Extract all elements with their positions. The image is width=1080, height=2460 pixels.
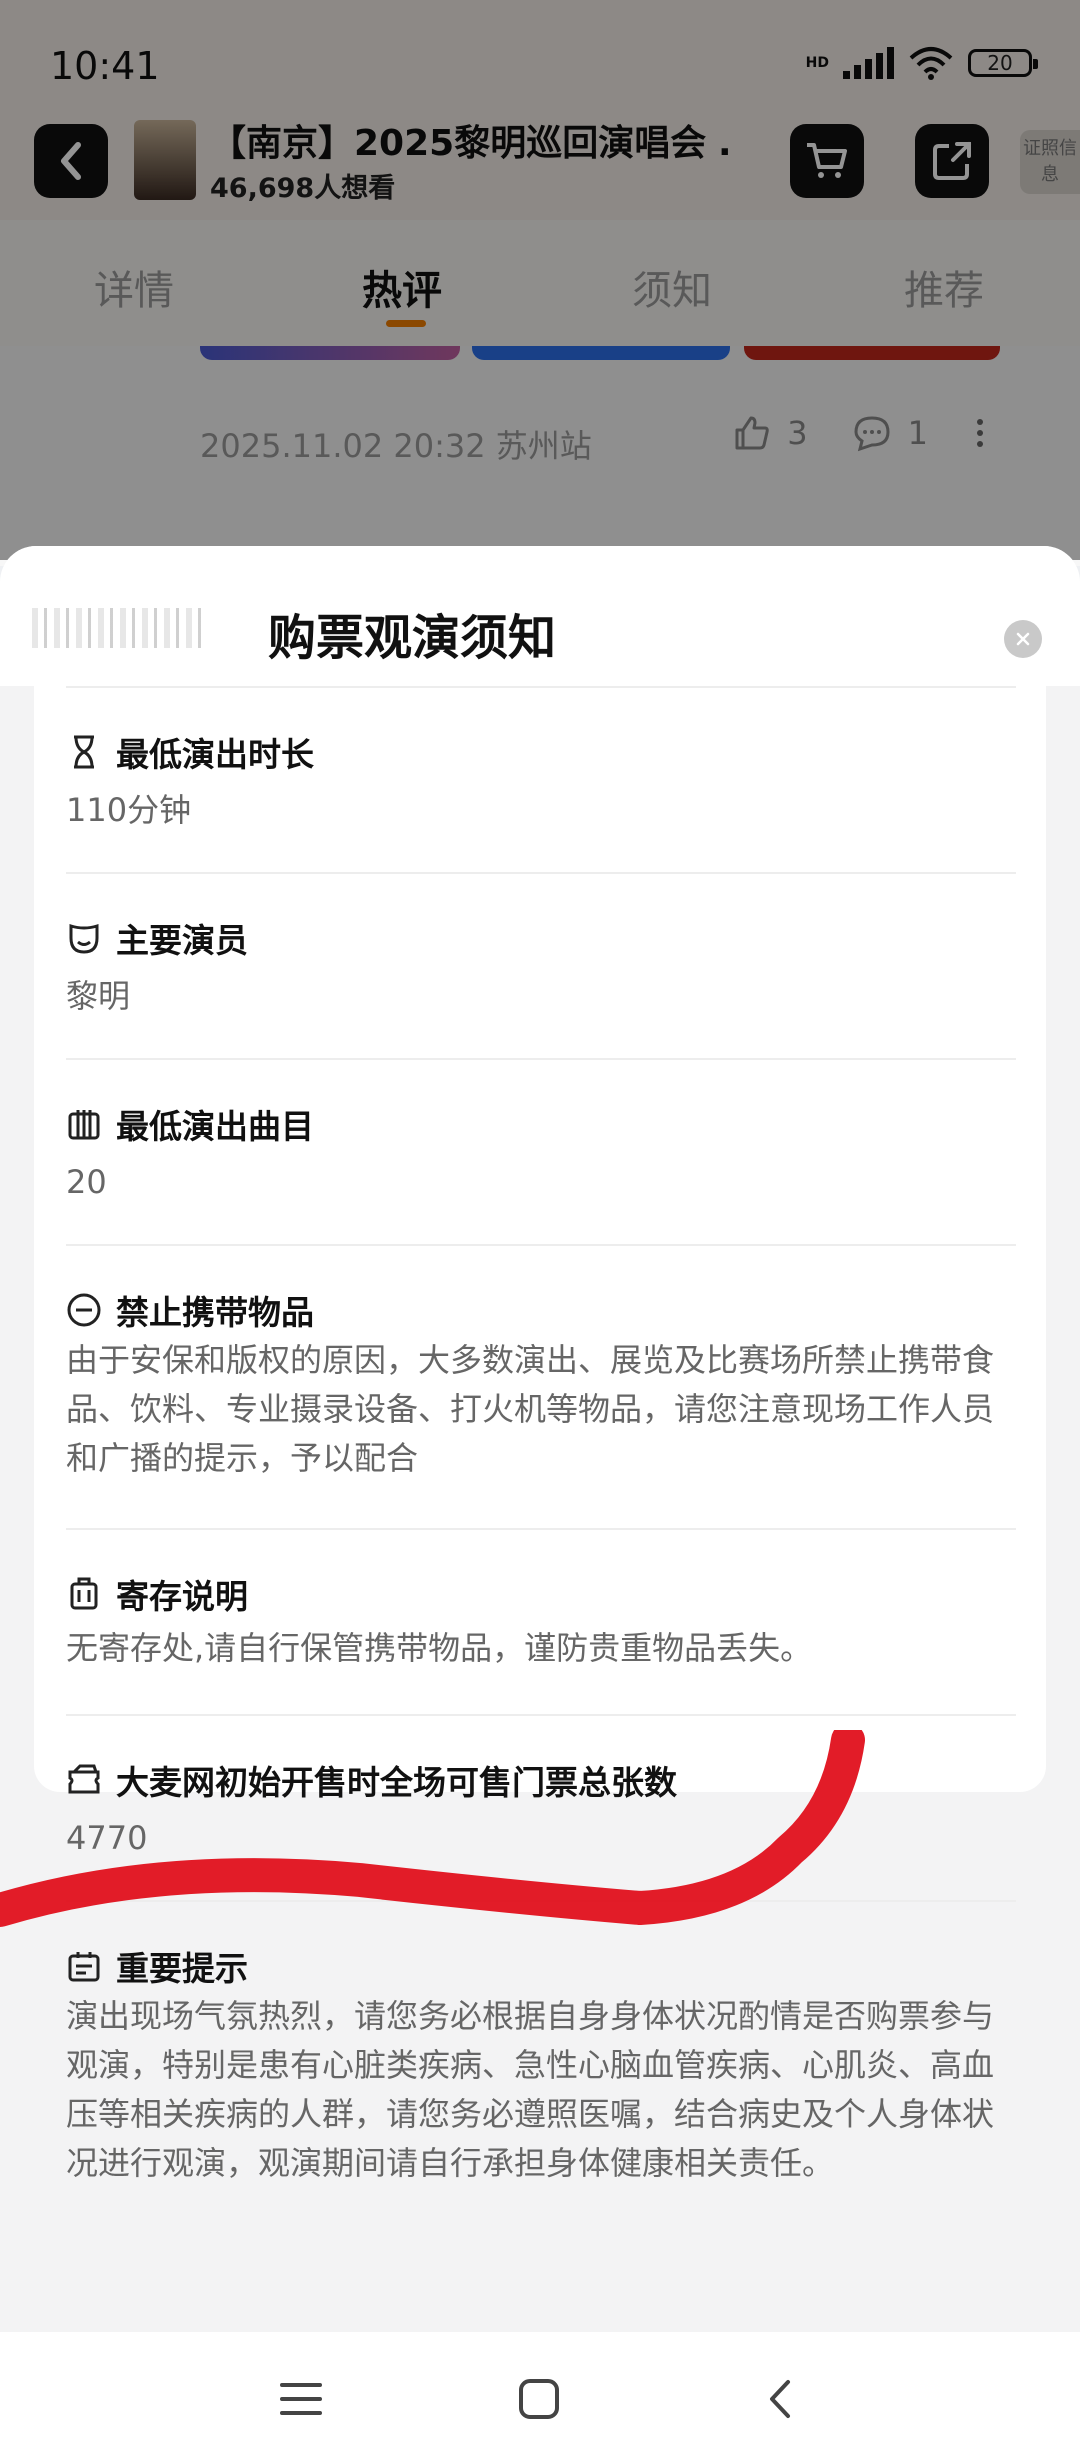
- section-title: 寄存说明: [116, 1577, 248, 1616]
- section-title: 禁止携带物品: [116, 1293, 314, 1332]
- notice-section-duration: 最低演出时长 110分钟: [66, 686, 1016, 874]
- section-title: 重要提示: [116, 1949, 248, 1988]
- back-arrow-icon: [770, 2380, 790, 2418]
- notice-section-cast: 主要演员 黎明: [66, 872, 1016, 1060]
- notice-section-songs: 最低演出曲目 20: [66, 1058, 1016, 1246]
- section-title: 大麦网初始开售时全场可售门票总张数: [116, 1763, 677, 1802]
- section-header: 重要提示: [66, 1942, 248, 1990]
- recent-apps-button[interactable]: [274, 2372, 328, 2426]
- notice-section-ticket-total: 大麦网初始开售时全场可售门票总张数 4770: [66, 1714, 1016, 1902]
- notice-card: 最低演出时长 110分钟 主要演员 黎明 最低演出曲目 20 禁止携带物品 由于…: [34, 686, 1046, 2182]
- section-header: 禁止携带物品: [66, 1286, 314, 1334]
- section-body: 无寄存处,请自行保管携带物品，谨防贵重物品丢失。: [66, 1629, 813, 1667]
- prohibited-icon: [67, 1293, 101, 1327]
- section-body: 20: [66, 1163, 107, 1201]
- section-header: 最低演出曲目: [66, 1100, 314, 1148]
- sheet-header: 购票观演须知: [0, 546, 1080, 686]
- close-button[interactable]: [1004, 620, 1042, 658]
- section-header: 最低演出时长: [66, 728, 314, 776]
- section-body: 演出现场气氛热烈，请您务必根据自身身体状况酌情是否购票参与观演，特别是患有心脏类…: [66, 1997, 995, 2182]
- notice-section-storage: 寄存说明 无寄存处,请自行保管携带物品，谨防贵重物品丢失。: [66, 1528, 1016, 1716]
- section-title: 最低演出时长: [116, 735, 314, 774]
- section-title: 主要演员: [116, 921, 248, 960]
- section-body: 110分钟: [66, 791, 192, 829]
- notice-icon: [68, 1952, 100, 1982]
- section-header: 寄存说明: [66, 1570, 248, 1618]
- notice-section-prohibited: 禁止携带物品 由于安保和版权的原因，大多数演出、展览及比赛场所禁止携带食品、饮料…: [66, 1244, 1016, 1530]
- menu-icon: [280, 2383, 322, 2415]
- section-header: 主要演员: [66, 914, 248, 962]
- mask-icon: [69, 923, 99, 954]
- home-square-icon: [519, 2379, 559, 2419]
- blurred-logo: [32, 608, 206, 648]
- section-body: 黎明: [66, 977, 131, 1015]
- home-button[interactable]: [512, 2372, 566, 2426]
- modal-overlay[interactable]: [0, 0, 1080, 560]
- ticket-icon: [68, 1764, 100, 1794]
- close-icon: [1016, 632, 1030, 646]
- back-nav-button[interactable]: [752, 2372, 806, 2426]
- notice-section-important: 重要提示 演出现场气氛热烈，请您务必根据自身身体状况酌情是否购票参与观演，特别是…: [66, 1900, 1016, 2232]
- section-header: 大麦网初始开售时全场可售门票总张数: [66, 1756, 677, 1804]
- section-body: 由于安保和版权的原因，大多数演出、展览及比赛场所禁止携带食品、饮料、专业摄录设备…: [66, 1341, 995, 1477]
- system-nav-bar: [0, 2332, 1080, 2460]
- section-body: 4770: [66, 1819, 148, 1857]
- music-sheet-icon: [68, 1110, 100, 1140]
- sheet-title: 购票观演须知: [268, 610, 557, 666]
- luggage-icon: [70, 1577, 98, 1610]
- section-title: 最低演出曲目: [116, 1107, 314, 1146]
- hourglass-icon: [74, 735, 94, 769]
- ticket-notice-sheet: 购票观演须知 最低演出时长 110分钟 主要演员 黎明 最低演出曲目 20 禁止…: [0, 546, 1080, 2332]
